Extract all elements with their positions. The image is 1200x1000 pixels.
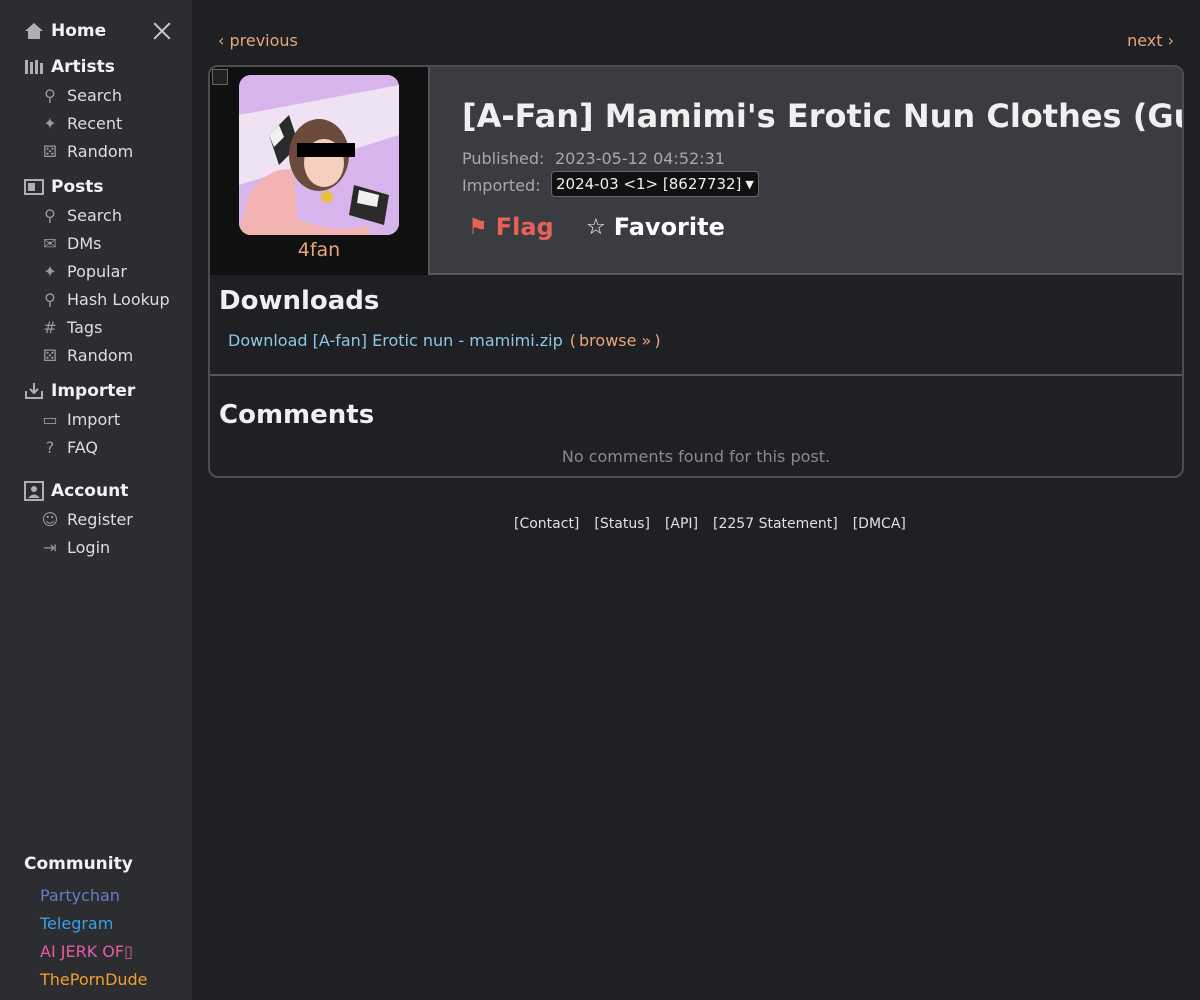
community-link-theporndude[interactable]: ThePornDude: [40, 965, 148, 993]
user-add-icon: ☺: [41, 509, 59, 529]
sidebar-item-register[interactable]: ☺ Register: [40, 505, 133, 533]
downloads-heading: Downloads: [219, 286, 380, 316]
footer: [Contact] [Status] [API] [2257 Statement…: [514, 516, 906, 532]
avatar[interactable]: [239, 75, 399, 235]
sidebar-item-posts-tags[interactable]: # Tags: [40, 313, 102, 341]
community-link-telegram[interactable]: Telegram: [40, 909, 113, 937]
section-divider: [210, 374, 1182, 376]
sidebar-item-import[interactable]: ▭ Import: [40, 405, 120, 433]
sidebar-section-account[interactable]: Account: [24, 477, 128, 505]
dice-icon: ⚄: [43, 345, 57, 365]
search-icon: ⚲: [44, 85, 56, 105]
sidebar-section-importer[interactable]: Importer: [24, 377, 135, 405]
sidebar-item-label: Login: [67, 537, 111, 557]
sidebar-account-label: Account: [51, 481, 129, 501]
community-heading: Community: [24, 854, 133, 874]
imported-label: Imported:: [462, 176, 541, 195]
sidebar-item-label: Register: [67, 509, 133, 529]
close-sidebar-icon[interactable]: [150, 19, 174, 43]
sidebar-item-posts-dms[interactable]: ✉ DMs: [40, 229, 101, 257]
download-row: Download [A-fan] Erotic nun - mamimi.zip…: [228, 331, 661, 350]
sidebar-section-artists[interactable]: Artists: [24, 53, 115, 81]
artist-card[interactable]: 4fan: [210, 67, 430, 275]
footer-link-2257[interactable]: [2257 Statement]: [713, 516, 838, 532]
favorite-label: Favorite: [613, 213, 725, 241]
chevron-down-icon: ▼: [745, 177, 754, 191]
sidebar-item-login[interactable]: ⇥ Login: [40, 533, 110, 561]
sparkle-icon: ✦: [43, 261, 57, 281]
search-icon: ⚲: [44, 205, 56, 225]
sidebar-item-label: Tags: [67, 317, 103, 337]
sidebar-item-label: Search: [67, 85, 122, 105]
published-value: 2023-05-12 04:52:31: [555, 149, 725, 168]
browse-link[interactable]: browse »: [579, 331, 651, 350]
comments-heading: Comments: [219, 400, 375, 430]
flag-label: Flag: [495, 213, 554, 241]
sidebar-item-label: Popular: [67, 261, 127, 281]
login-icon: ⇥: [43, 537, 57, 557]
sidebar-item-posts-random[interactable]: ⚄ Random: [40, 341, 133, 369]
mail-icon: ✉: [43, 233, 57, 253]
footer-link-api[interactable]: [API]: [665, 516, 698, 532]
open-paren: (: [569, 331, 577, 350]
sidebar-item-label: FAQ: [67, 437, 98, 457]
imported-select-value: 2024-03 <1> [8627732]: [556, 175, 742, 193]
banner-image: [212, 69, 228, 85]
sidebar-importer-label: Importer: [51, 381, 136, 401]
post-header: 4fan [A-Fan] Mamimi's Erotic Nun Clothes…: [210, 67, 1182, 275]
published-label: Published:: [462, 149, 545, 168]
sidebar-item-artists-search[interactable]: ⚲ Search: [40, 81, 122, 109]
sidebar-home-label: Home: [51, 21, 107, 41]
favorite-button[interactable]: ☆ Favorite: [586, 213, 725, 241]
sidebar-item-label: Hash Lookup: [67, 289, 170, 309]
faq-icon: ?: [45, 437, 55, 457]
footer-link-status[interactable]: [Status]: [594, 516, 650, 532]
sidebar-posts-label: Posts: [51, 177, 104, 197]
sparkle-icon: ✦: [43, 113, 57, 133]
artist-name[interactable]: 4fan: [210, 239, 428, 261]
home-icon: [24, 21, 44, 41]
close-paren: ): [654, 331, 661, 350]
importer-icon: [24, 381, 44, 401]
imported-select[interactable]: 2024-03 <1> [8627732] ▼: [551, 171, 759, 197]
sidebar: Home Artists ⚲ Search ✦ Recent ⚄ Random …: [0, 0, 192, 1000]
community-link-partychan[interactable]: Partychan: [40, 881, 120, 909]
no-comments-text: No comments found for this post.: [561, 447, 831, 466]
sidebar-home[interactable]: Home: [24, 17, 106, 45]
flag-icon: ⚑: [468, 214, 488, 240]
footer-link-contact[interactable]: [Contact]: [514, 516, 579, 532]
flag-button[interactable]: ⚑ Flag: [468, 213, 554, 241]
sidebar-item-label: Random: [67, 345, 134, 365]
dice-icon: ⚄: [43, 141, 57, 161]
star-icon: ☆: [586, 214, 606, 240]
sidebar-item-artists-recent[interactable]: ✦ Recent: [40, 109, 122, 137]
artists-icon: [24, 57, 44, 77]
sidebar-item-label: Search: [67, 205, 122, 225]
sidebar-item-faq[interactable]: ? FAQ: [40, 433, 98, 461]
sidebar-item-label: Random: [67, 141, 134, 161]
monitor-icon: ▭: [42, 409, 58, 429]
sidebar-item-label: Recent: [67, 113, 123, 133]
post-card: 4fan [A-Fan] Mamimi's Erotic Nun Clothes…: [208, 65, 1184, 478]
post-title: [A-Fan] Mamimi's Erotic Nun Clothes (Gum…: [462, 97, 1182, 135]
sidebar-item-posts-popular[interactable]: ✦ Popular: [40, 257, 127, 285]
previous-post-link[interactable]: ‹ previous: [218, 31, 298, 50]
sidebar-item-artists-random[interactable]: ⚄ Random: [40, 137, 133, 165]
sidebar-item-label: DMs: [67, 233, 102, 253]
sidebar-item-label: Import: [67, 409, 121, 429]
account-icon: [24, 481, 44, 501]
footer-link-dmca[interactable]: [DMCA]: [853, 516, 906, 532]
sidebar-item-posts-hash-lookup[interactable]: ⚲ Hash Lookup: [40, 285, 170, 313]
search-icon: ⚲: [44, 289, 56, 309]
download-link[interactable]: Download [A-fan] Erotic nun - mamimi.zip: [228, 331, 563, 350]
hash-icon: #: [43, 317, 57, 337]
next-post-link[interactable]: next ›: [1127, 31, 1174, 50]
community-link-ai-jerk[interactable]: AI JERK OF▯: [40, 937, 133, 965]
sidebar-item-posts-search[interactable]: ⚲ Search: [40, 201, 122, 229]
posts-icon: [24, 177, 44, 197]
sidebar-artists-label: Artists: [51, 57, 115, 77]
sidebar-section-posts[interactable]: Posts: [24, 173, 104, 201]
